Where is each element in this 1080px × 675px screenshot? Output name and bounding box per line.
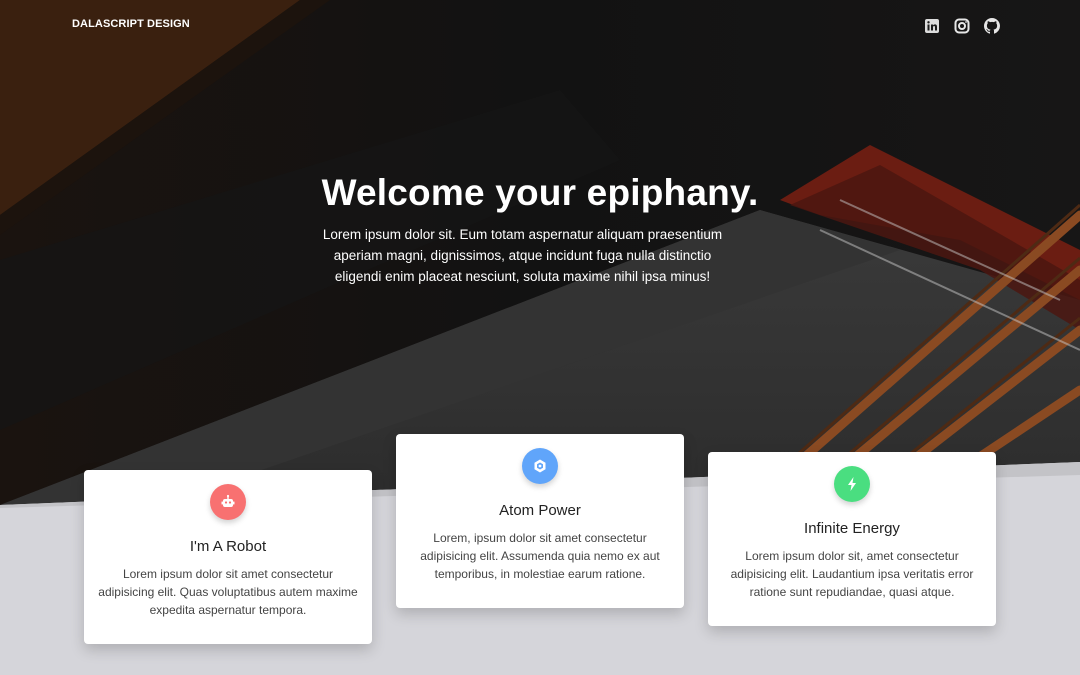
card-text: Lorem ipsum dolor sit amet consectetur a… — [98, 567, 358, 617]
instagram-icon[interactable] — [954, 18, 970, 34]
atom-icon — [522, 448, 558, 484]
feature-card-atom: Atom Power Lorem, ipsum dolor sit amet c… — [396, 434, 684, 608]
linkedin-icon[interactable] — [924, 18, 940, 34]
bolt-icon — [834, 466, 870, 502]
card-title: Infinite Energy — [804, 520, 900, 537]
card-title: I'm A Robot — [189, 538, 267, 555]
hero-description: Lorem ipsum dolor sit. Eum totam asperna… — [322, 227, 723, 284]
card-text: Lorem ipsum dolor sit, amet consectetur … — [730, 549, 974, 599]
brand-logo[interactable]: DALASCRIPT DESIGN — [72, 18, 190, 30]
hero-title: Welcome your epiphany. — [321, 172, 759, 213]
feature-card-robot: I'm A Robot Lorem ipsum dolor sit amet c… — [84, 470, 372, 644]
github-icon[interactable] — [984, 18, 1000, 34]
card-title: Atom Power — [499, 502, 581, 519]
top-nav: DALASCRIPT DESIGN — [0, 0, 1080, 50]
card-text: Lorem, ipsum dolor sit amet consectetur … — [420, 531, 660, 581]
feature-card-energy: Infinite Energy Lorem ipsum dolor sit, a… — [708, 452, 996, 626]
robot-icon — [210, 484, 246, 520]
